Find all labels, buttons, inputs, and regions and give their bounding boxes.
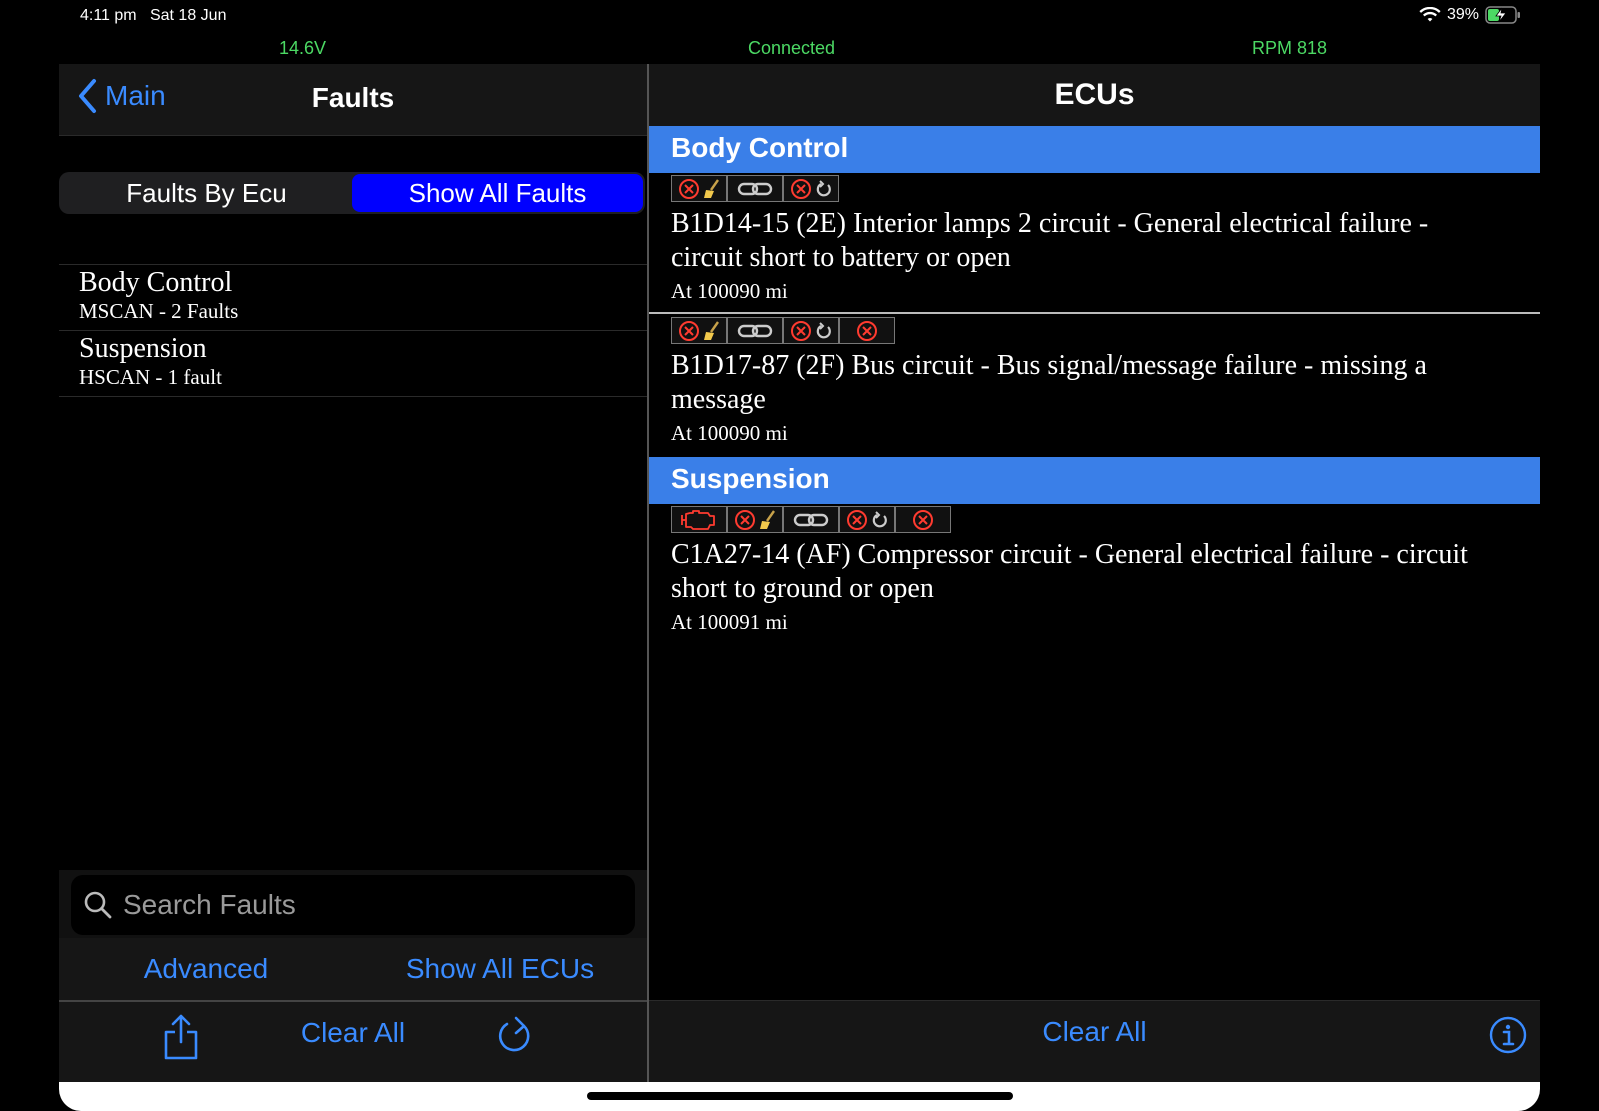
voltage-readout: 14.6V: [279, 38, 327, 58]
fault-status-badges: [671, 175, 839, 202]
ecu-name: Suspension: [79, 333, 207, 364]
ecu-list-item[interactable]: Suspension HSCAN - 1 fault: [59, 331, 647, 397]
battery-percent: 39%: [1446, 6, 1479, 23]
clear-all-ecus-button[interactable]: Clear All: [1042, 1016, 1146, 1047]
clock: 4:11 pm: [80, 7, 137, 24]
show-all-ecus-button[interactable]: Show All ECUs: [353, 953, 647, 985]
left-secondary-toolbar: Advanced Show All ECUs: [59, 938, 647, 1000]
error-x-icon: [678, 178, 699, 199]
clear-all-button[interactable]: Clear All: [301, 1017, 405, 1048]
badge-error: [895, 506, 951, 533]
status-bar: 4:11 pm Sat 18 Jun 39%: [0, 0, 1599, 36]
badge-cycle: [783, 175, 839, 202]
status-right: 39%: [1419, 6, 1521, 24]
badge-engine: [671, 506, 727, 533]
ecu-fault-count: MSCAN - 2 Faults: [79, 299, 239, 323]
obd-readouts: 14.6V Connected RPM 818: [0, 38, 1599, 62]
app-frame: Main Faults Faults By Ecu Show All Fault…: [59, 64, 1540, 1111]
section-header-suspension: Suspension: [649, 457, 1540, 504]
battery-charging-icon: [1485, 6, 1520, 24]
ecus-navbar: ECUs: [649, 64, 1540, 126]
error-x-icon: [678, 320, 699, 341]
badge-cycle: [783, 317, 839, 344]
cycle-icon: [816, 321, 831, 338]
info-icon[interactable]: [1488, 1015, 1528, 1055]
ecu-list: Body Control MSCAN - 2 Faults Suspension…: [59, 264, 647, 397]
error-x-icon: [846, 509, 867, 530]
chain-link-icon: [737, 324, 773, 337]
badge-link: [727, 175, 783, 202]
faults-pane: Main Faults Faults By Ecu Show All Fault…: [59, 64, 647, 1082]
cycle-icon: [872, 510, 887, 527]
error-x-icon: [913, 509, 933, 530]
chain-link-icon: [793, 513, 829, 526]
faults-navbar: Main Faults: [59, 64, 647, 136]
segment-faults-by-ecu[interactable]: Faults By Ecu: [61, 174, 352, 212]
fault-status-badges: [671, 317, 895, 344]
fault-row[interactable]: C1A27-14 (AF) Compressor circuit - Gener…: [649, 504, 1540, 646]
ecus-title: ECUs: [1054, 78, 1135, 111]
badge-link: [727, 317, 783, 344]
fault-view-segmented-control: Faults By Ecu Show All Faults: [59, 172, 645, 214]
refresh-icon[interactable]: [495, 1012, 535, 1062]
segment-show-all-faults[interactable]: Show All Faults: [352, 174, 643, 212]
fault-mileage: At 100090 mi: [671, 279, 788, 303]
chain-link-icon: [737, 182, 773, 195]
badge-error: [839, 317, 895, 344]
ecus-bottom-toolbar: Clear All: [649, 1000, 1540, 1082]
status-time: 4:11 pm Sat 18 Jun: [80, 7, 226, 25]
broom-icon: [703, 178, 719, 198]
error-x-icon: [790, 178, 811, 199]
ecus-pane: ECUs Body Control B1D14-15 (2E) Interior…: [649, 64, 1540, 1082]
search-field: [71, 875, 635, 935]
badge-cycle: [839, 506, 895, 533]
left-clear-all-area: Clear All: [59, 1017, 647, 1049]
badge-link: [783, 506, 839, 533]
left-bottom-toolbar: Clear All: [59, 1000, 647, 1082]
search-icon: [84, 891, 112, 919]
search-bar: [59, 870, 647, 938]
search-input[interactable]: [123, 889, 603, 921]
fault-mileage: At 100090 mi: [671, 421, 788, 445]
badge-confirmed-clearable: [727, 506, 783, 533]
error-x-icon: [857, 320, 877, 341]
date: Sat 18 Jun: [149, 7, 227, 24]
rpm-readout: RPM 818: [1252, 38, 1328, 58]
right-clear-all-area: Clear All: [649, 1016, 1540, 1048]
badge-confirmed-clearable: [671, 175, 727, 202]
broom-icon: [759, 509, 775, 529]
fault-status-badges: [671, 506, 951, 533]
broom-icon: [703, 320, 719, 340]
error-x-icon: [790, 320, 811, 341]
error-x-icon: [734, 509, 755, 530]
badge-confirmed-clearable: [671, 317, 727, 344]
check-engine-icon: [681, 509, 715, 530]
section-header-body-control: Body Control: [649, 126, 1540, 173]
fault-row[interactable]: B1D14-15 (2E) Interior lamps 2 circuit -…: [649, 173, 1540, 314]
fault-description: B1D17-87 (2F) Bus circuit - Bus signal/m…: [671, 350, 1427, 415]
fault-description: C1A27-14 (AF) Compressor circuit - Gener…: [671, 539, 1468, 604]
ecu-list-item[interactable]: Body Control MSCAN - 2 Faults: [59, 265, 647, 331]
cycle-icon: [816, 179, 831, 196]
ecu-name: Body Control: [79, 267, 233, 298]
fault-mileage: At 100091 mi: [671, 610, 788, 634]
ecu-fault-count: HSCAN - 1 fault: [79, 365, 222, 389]
home-indicator[interactable]: [587, 1092, 1013, 1100]
page-title: Faults: [311, 82, 395, 113]
fault-description: B1D14-15 (2E) Interior lamps 2 circuit -…: [671, 208, 1429, 273]
wifi-icon: [1419, 7, 1441, 22]
fault-row[interactable]: B1D17-87 (2F) Bus circuit - Bus signal/m…: [649, 315, 1540, 457]
connection-status: Connected: [748, 38, 836, 58]
advanced-button[interactable]: Advanced: [59, 953, 353, 985]
